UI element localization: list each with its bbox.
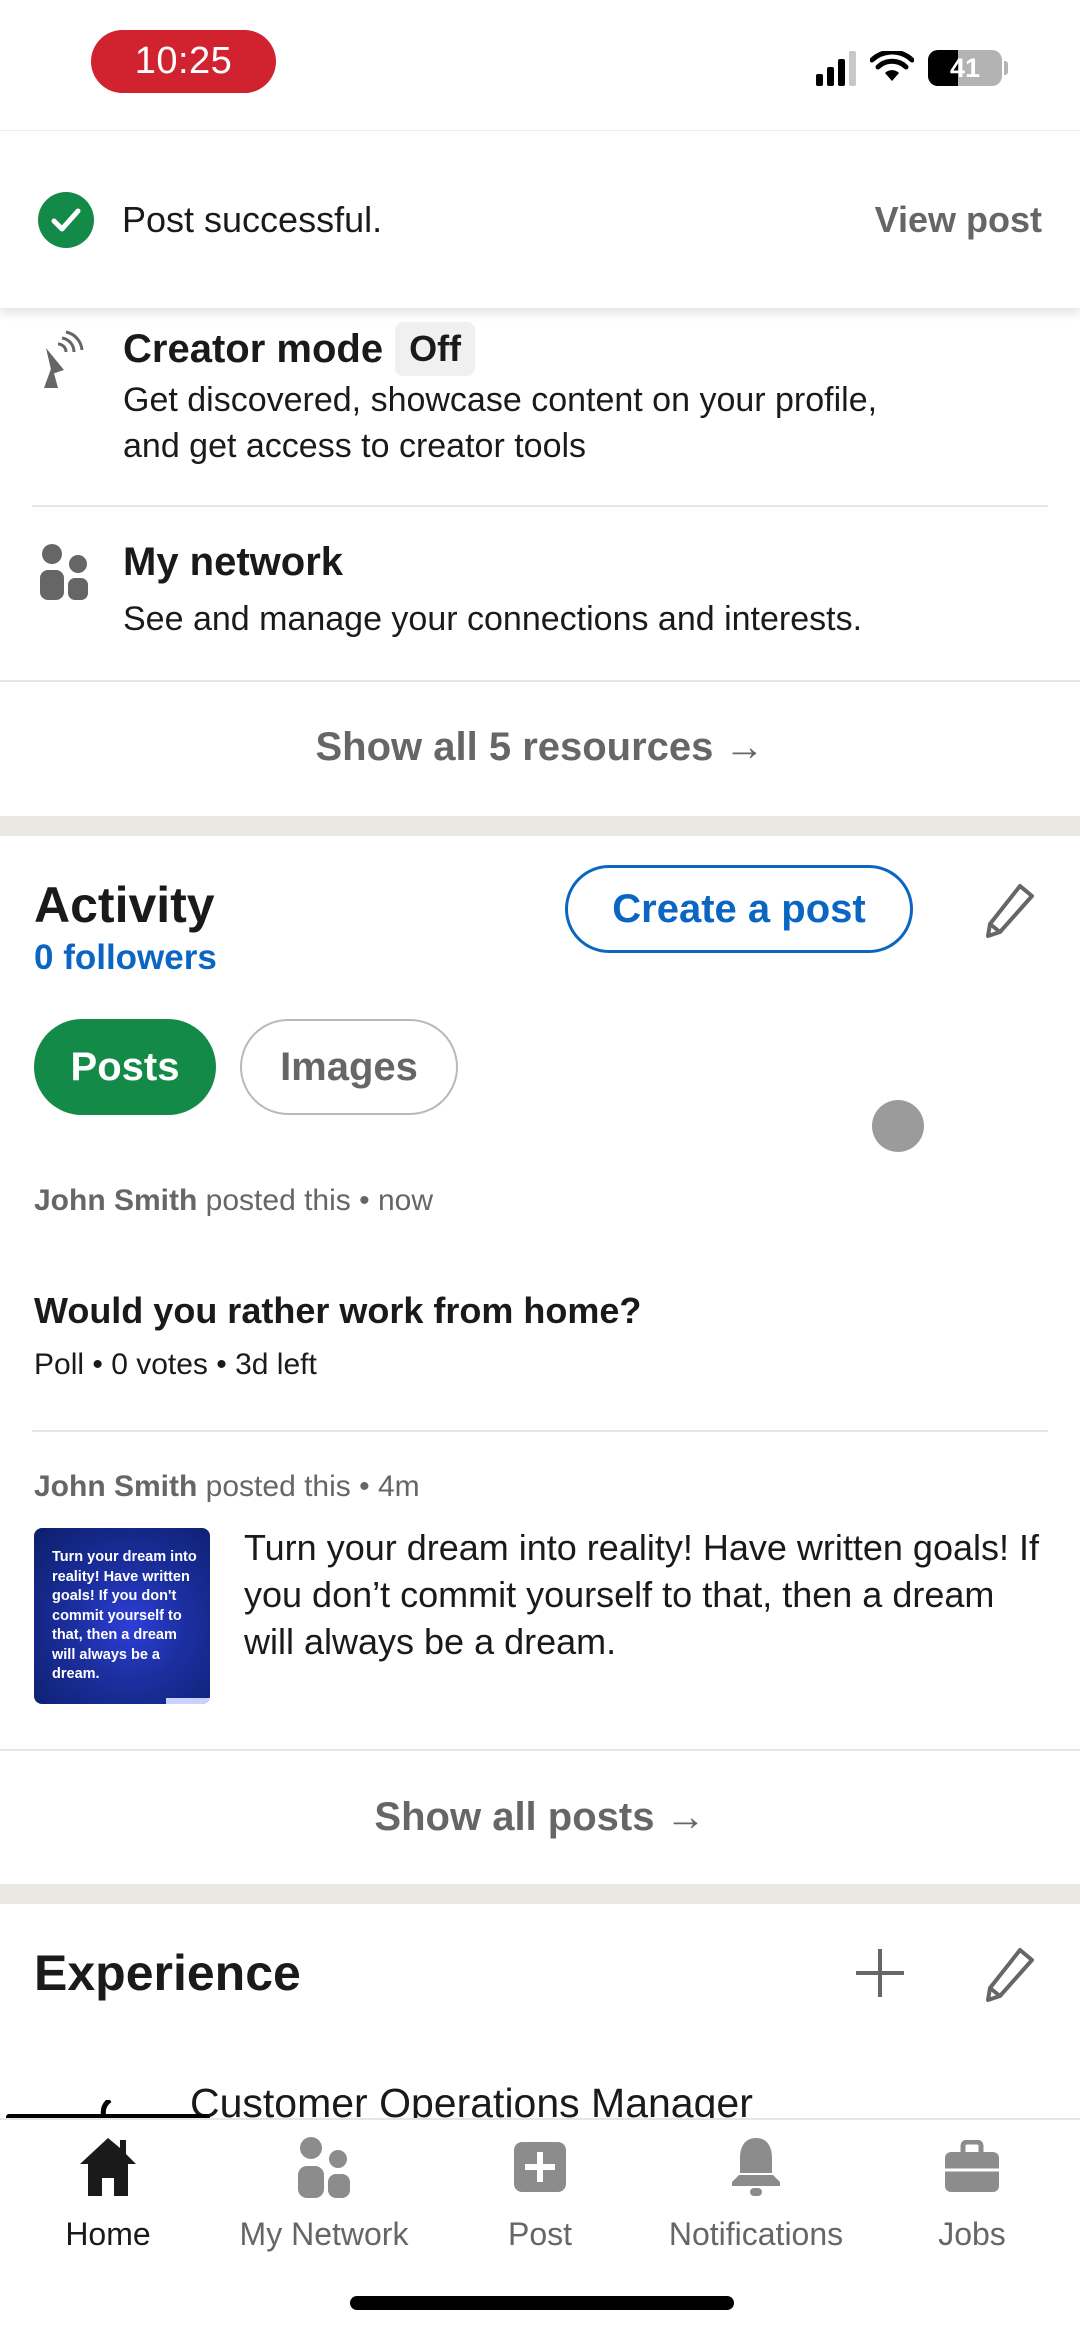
experience-job-title[interactable]: Customer Operations Manager (190, 2080, 753, 2122)
home-icon (76, 2132, 140, 2202)
edit-activity-button[interactable] (980, 880, 1040, 940)
resource-description: See and manage your connections and inte… (123, 596, 1043, 642)
filter-images[interactable]: Images (240, 1019, 458, 1115)
satellite-dish-icon (44, 330, 84, 388)
creator-mode-title: Creator mode (123, 326, 384, 371)
briefcase-icon (943, 2132, 1001, 2202)
show-all-resources-link[interactable]: Show all 5 resources → (0, 725, 1080, 770)
post-thumbnail[interactable]: Turn your dream into reality! Have writt… (34, 1528, 210, 1704)
filter-posts[interactable]: Posts (34, 1019, 216, 1115)
nav-post[interactable]: Post (440, 2132, 640, 2253)
nav-my-network[interactable]: My Network (224, 2132, 424, 2253)
wifi-icon (870, 51, 914, 81)
check-circle-icon (38, 191, 94, 248)
edit-experience-button[interactable] (980, 1944, 1040, 2004)
description-line: Get discovered, showcase content on your… (123, 381, 878, 419)
divider (0, 680, 1080, 682)
home-indicator[interactable] (350, 2296, 734, 2310)
battery-icon: 41 (928, 50, 1002, 86)
resource-my-network[interactable]: My network See and manage your connectio… (0, 510, 1080, 680)
poll-subtitle: Poll • 0 votes • 3d left (34, 1348, 317, 1381)
post-author[interactable]: John Smith (34, 1184, 197, 1217)
pencil-icon (986, 884, 1034, 938)
status-time: 10:25 (91, 30, 276, 93)
divider (0, 1749, 1080, 1751)
resource-creator-mode[interactable]: Creator mode Off Get discovered, showcas… (0, 310, 1080, 505)
followers-count-link[interactable]: 0 followers (34, 938, 217, 978)
section-separator (0, 816, 1080, 836)
description-line: See and manage your connections and inte… (123, 600, 863, 638)
nav-jobs[interactable]: Jobs (872, 2132, 1072, 2253)
divider (32, 1430, 1048, 1432)
battery-nub (1004, 61, 1008, 75)
description-line: and get access to creator tools (123, 427, 587, 465)
post-success-toast: Post successful. View post (0, 130, 1080, 308)
bell-icon (728, 2132, 784, 2202)
nav-home[interactable]: Home (8, 2132, 208, 2253)
nav-notifications[interactable]: Notifications (656, 2132, 856, 2253)
resource-title: Creator mode Off (123, 322, 476, 376)
nav-label: Notifications (668, 2216, 844, 2252)
post-meta: John Smith posted this • 4m (34, 1470, 420, 1504)
section-separator (0, 1884, 1080, 1904)
nav-label: Post (507, 2216, 573, 2252)
experience-title: Experience (34, 1945, 301, 2001)
show-all-posts-link[interactable]: Show all posts → (0, 1795, 1080, 1840)
cellular-signal-icon (816, 50, 856, 86)
battery-level: 41 (949, 52, 981, 83)
view-post-link[interactable]: View post (875, 199, 1042, 241)
post-author[interactable]: John Smith (34, 1470, 197, 1503)
divider (32, 505, 1048, 507)
nav-label: Jobs (938, 2216, 1006, 2252)
plus-square-icon (514, 2132, 566, 2202)
thumbnail-tag (166, 1698, 210, 1704)
status-icons: 41 (816, 50, 1008, 86)
thumbnail-text: Turn your dream into reality! Have writt… (52, 1549, 197, 1682)
resource-description: Get discovered, showcase content on your… (123, 377, 1043, 469)
poll-title[interactable]: Would you rather work from home? (34, 1290, 641, 1332)
people-icon (40, 544, 88, 600)
create-post-button[interactable]: Create a post (565, 865, 913, 953)
post-text[interactable]: Turn your dream into reality! Have writt… (244, 1524, 1044, 1665)
creator-mode-status-badge: Off (395, 322, 476, 376)
resource-title: My network (123, 540, 344, 584)
post-action: posted this • now (197, 1184, 433, 1217)
activity-title: Activity (34, 877, 215, 933)
people-icon (296, 2132, 352, 2202)
toast-message: Post successful. (122, 198, 383, 240)
touch-indicator (872, 1100, 924, 1152)
post-meta: John Smith posted this • now (34, 1184, 433, 1218)
post-action: posted this • 4m (197, 1470, 420, 1503)
status-bar: 10:25 41 (0, 0, 1080, 130)
plus-icon (856, 1949, 904, 1997)
pencil-icon (986, 1948, 1034, 2002)
nav-label: My Network (239, 2216, 409, 2252)
nav-label: Home (65, 2216, 151, 2252)
add-experience-button[interactable] (852, 1945, 908, 2001)
